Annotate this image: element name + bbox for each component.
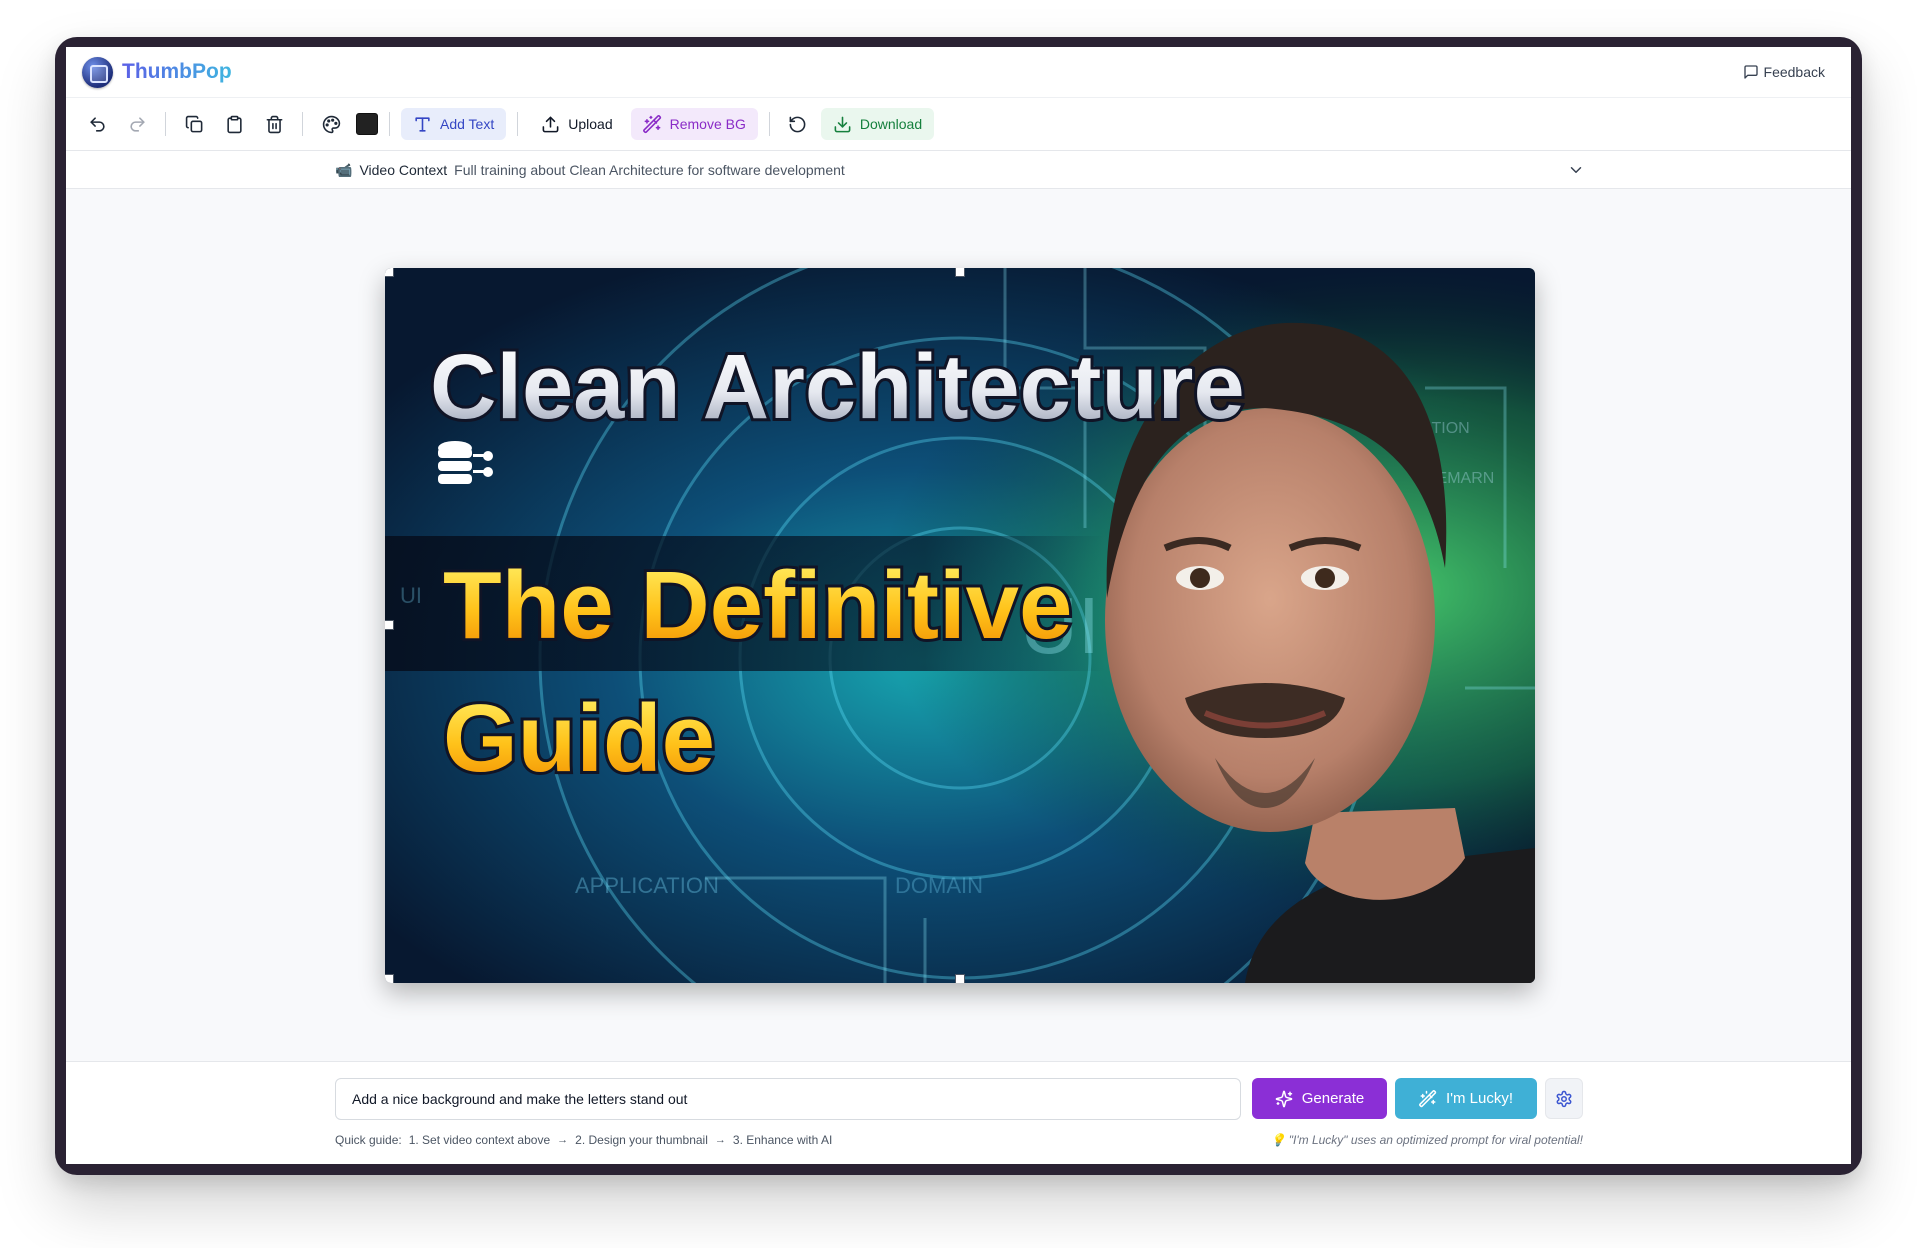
trash-icon bbox=[266, 115, 282, 133]
thumbnail-image: ATION DEMARN APPLICATION DOMAIN UI UI Cl… bbox=[385, 268, 1535, 983]
magic-wand-icon bbox=[1419, 1089, 1437, 1107]
toolbar-divider bbox=[389, 112, 390, 136]
bg-label-application: APPLICATION bbox=[575, 873, 719, 898]
rotate-ccw-icon bbox=[789, 116, 806, 132]
lucky-note: 💡 "I'm Lucky" uses an optimized prompt f… bbox=[1270, 1133, 1583, 1147]
thumbnail-title-line2[interactable]: The Definitive bbox=[440, 549, 1075, 662]
quick-guide-step: 3. Enhance with AI bbox=[732, 1133, 833, 1147]
bg-label-domain: DOMAIN bbox=[895, 873, 983, 898]
add-text-button[interactable]: Add Text bbox=[401, 108, 507, 140]
feedback-button[interactable]: Feedback bbox=[1743, 64, 1825, 80]
resize-handle[interactable] bbox=[385, 268, 394, 277]
type-icon bbox=[415, 116, 430, 132]
generate-label: Generate bbox=[1301, 1090, 1365, 1107]
gear-icon bbox=[1556, 1090, 1572, 1107]
brand[interactable]: ThumbPop bbox=[82, 56, 232, 88]
message-square-icon bbox=[1743, 65, 1758, 79]
app-window: ThumbPop Feedback Add Text Upload Remove… bbox=[66, 47, 1851, 1164]
thumbnail-title-line1[interactable]: Clean Architecture bbox=[427, 333, 1248, 441]
text-color-swatch[interactable] bbox=[356, 113, 378, 135]
remove-bg-label: Remove BG bbox=[669, 116, 746, 132]
feedback-label: Feedback bbox=[1763, 64, 1825, 80]
video-context-label: Video Context bbox=[359, 162, 448, 178]
prompt-panel: Generate I'm Lucky! Quick guide: 1. Set … bbox=[66, 1061, 1851, 1164]
quick-guide-step: 1. Set video context above bbox=[408, 1133, 551, 1147]
quick-guide-step: 2. Design your thumbnail bbox=[575, 1133, 708, 1147]
quick-guide-label: Quick guide: bbox=[335, 1133, 402, 1147]
im-lucky-button[interactable]: I'm Lucky! bbox=[1395, 1078, 1537, 1119]
add-text-label: Add Text bbox=[440, 116, 495, 132]
magic-wand-icon bbox=[642, 114, 661, 133]
reset-button[interactable] bbox=[781, 107, 815, 141]
download-button[interactable]: Download bbox=[820, 108, 935, 140]
copy-icon bbox=[185, 115, 202, 132]
arrow-right-icon: → bbox=[557, 1134, 569, 1146]
generate-button[interactable]: Generate bbox=[1252, 1078, 1387, 1119]
resize-handle[interactable] bbox=[955, 268, 965, 277]
toolbar-divider bbox=[768, 112, 770, 136]
video-context-bar[interactable]: 📹 Video Context Full training about Clea… bbox=[66, 151, 1851, 189]
paste-button[interactable] bbox=[217, 107, 251, 141]
top-bar: ThumbPop Feedback bbox=[66, 47, 1851, 97]
im-lucky-label: I'm Lucky! bbox=[1445, 1090, 1514, 1107]
quick-guide: Quick guide: 1. Set video context above … bbox=[335, 1133, 832, 1147]
redo-icon bbox=[129, 116, 145, 132]
undo-button[interactable] bbox=[80, 107, 114, 141]
download-label: Download bbox=[859, 116, 923, 132]
video-context: 📹 Video Context Full training about Clea… bbox=[335, 151, 1585, 189]
delete-button[interactable] bbox=[257, 107, 291, 141]
toolbar: Add Text Upload Remove BG Download bbox=[66, 97, 1851, 151]
video-context-value: Full training about Clean Architecture f… bbox=[454, 162, 845, 178]
toolbar-divider bbox=[517, 112, 519, 136]
upload-label: Upload bbox=[568, 116, 613, 132]
prompt-input[interactable] bbox=[335, 1078, 1241, 1120]
undo-icon bbox=[89, 116, 105, 132]
settings-button[interactable] bbox=[1545, 1078, 1583, 1119]
resize-handle[interactable] bbox=[385, 620, 394, 630]
upload-button[interactable]: Upload bbox=[529, 108, 624, 140]
resize-handle[interactable] bbox=[955, 974, 965, 983]
clipboard-icon bbox=[226, 115, 242, 133]
palette-icon bbox=[322, 115, 340, 133]
chevron-down-icon[interactable] bbox=[1567, 161, 1585, 179]
logo-icon bbox=[82, 56, 113, 88]
toolbar-divider bbox=[302, 112, 303, 136]
bg-label-ui-1: UI bbox=[400, 583, 422, 608]
video-camera-icon: 📹 bbox=[335, 161, 353, 178]
thumbnail-canvas[interactable]: ATION DEMARN APPLICATION DOMAIN UI UI Cl… bbox=[385, 268, 1535, 983]
remove-bg-button[interactable]: Remove BG bbox=[630, 108, 758, 140]
thumbnail-title-line3[interactable]: Guide bbox=[440, 682, 718, 795]
brand-name: ThumbPop bbox=[122, 60, 232, 83]
redo-button[interactable] bbox=[120, 107, 154, 141]
upload-icon bbox=[542, 116, 559, 132]
copy-button[interactable] bbox=[177, 107, 211, 141]
arrow-right-icon: → bbox=[714, 1134, 726, 1146]
sparkles-icon bbox=[1275, 1090, 1293, 1107]
palette-button[interactable] bbox=[314, 107, 348, 141]
toolbar-divider bbox=[165, 112, 166, 136]
resize-handle[interactable] bbox=[385, 974, 394, 983]
download-icon bbox=[834, 116, 851, 132]
